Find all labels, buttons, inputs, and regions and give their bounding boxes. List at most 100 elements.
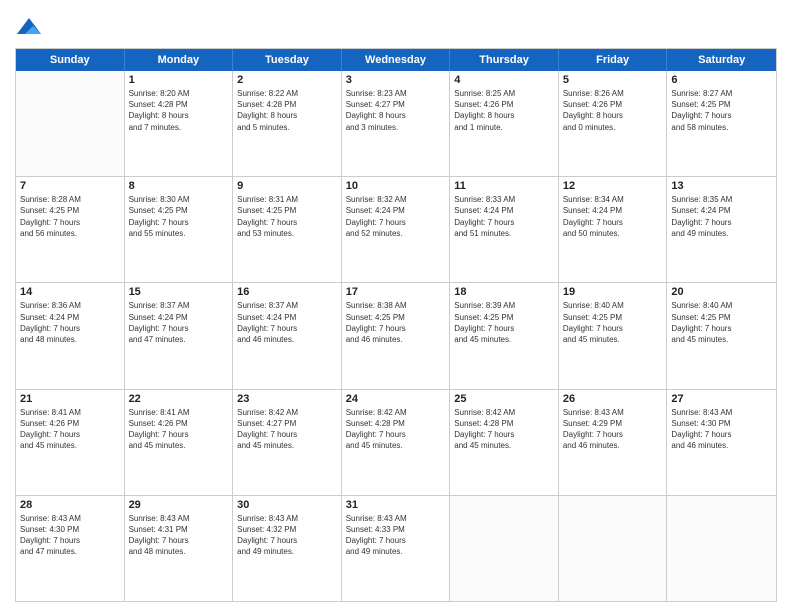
day-number: 3 — [346, 74, 446, 86]
cell-info: Sunrise: 8:25 AM Sunset: 4:26 PM Dayligh… — [454, 88, 554, 133]
cell-info: Sunrise: 8:34 AM Sunset: 4:24 PM Dayligh… — [563, 194, 663, 239]
day-number: 2 — [237, 74, 337, 86]
cell-info: Sunrise: 8:43 AM Sunset: 4:29 PM Dayligh… — [563, 407, 663, 452]
cell-info: Sunrise: 8:41 AM Sunset: 4:26 PM Dayligh… — [20, 407, 120, 452]
day-number: 31 — [346, 499, 446, 511]
cell-info: Sunrise: 8:42 AM Sunset: 4:27 PM Dayligh… — [237, 407, 337, 452]
day-number: 30 — [237, 499, 337, 511]
cal-cell-9: 9 Sunrise: 8:31 AM Sunset: 4:25 PM Daylig… — [233, 177, 342, 282]
day-number: 24 — [346, 393, 446, 405]
cell-info: Sunrise: 8:43 AM Sunset: 4:33 PM Dayligh… — [346, 513, 446, 558]
day-number: 9 — [237, 180, 337, 192]
logo — [15, 14, 47, 42]
page: SundayMondayTuesdayWednesdayThursdayFrid… — [0, 0, 792, 612]
cal-cell-22: 22 Sunrise: 8:41 AM Sunset: 4:26 PM Dayli… — [125, 390, 234, 495]
cal-cell-2: 2 Sunrise: 8:22 AM Sunset: 4:28 PM Daylig… — [233, 71, 342, 176]
cal-cell-24: 24Sunrise: 8:42 AM Sunset: 4:28 PM Dayli… — [342, 390, 451, 495]
cal-cell-6: 6 Sunrise: 8:27 AM Sunset: 4:25 PM Daylig… — [667, 71, 776, 176]
cell-info: Sunrise: 8:43 AM Sunset: 4:30 PM Dayligh… — [20, 513, 120, 558]
cal-cell-empty-4-5 — [559, 496, 668, 601]
cell-info: Sunrise: 8:23 AM Sunset: 4:27 PM Dayligh… — [346, 88, 446, 133]
day-number: 21 — [20, 393, 120, 405]
cal-cell-21: 21 Sunrise: 8:41 AM Sunset: 4:26 PM Dayli… — [16, 390, 125, 495]
day-number: 4 — [454, 74, 554, 86]
cell-info: Sunrise: 8:27 AM Sunset: 4:25 PM Dayligh… — [671, 88, 772, 133]
day-number: 25 — [454, 393, 554, 405]
calendar: SundayMondayTuesdayWednesdayThursdayFrid… — [15, 48, 777, 602]
cell-info: Sunrise: 8:31 AM Sunset: 4:25 PM Dayligh… — [237, 194, 337, 239]
cal-cell-28: 28 Sunrise: 8:43 AM Sunset: 4:30 PM Dayli… — [16, 496, 125, 601]
cell-info: Sunrise: 8:22 AM Sunset: 4:28 PM Dayligh… — [237, 88, 337, 133]
cell-info: Sunrise: 8:33 AM Sunset: 4:24 PM Dayligh… — [454, 194, 554, 239]
cal-cell-20: 20Sunrise: 8:40 AM Sunset: 4:25 PM Dayli… — [667, 283, 776, 388]
cal-cell-empty-4-4 — [450, 496, 559, 601]
cell-info: Sunrise: 8:38 AM Sunset: 4:25 PM Dayligh… — [346, 300, 446, 345]
header — [15, 10, 777, 42]
header-friday: Friday — [559, 49, 668, 71]
day-number: 8 — [129, 180, 229, 192]
day-number: 5 — [563, 74, 663, 86]
cal-cell-26: 26 Sunrise: 8:43 AM Sunset: 4:29 PM Dayli… — [559, 390, 668, 495]
cal-cell-7: 7Sunrise: 8:28 AM Sunset: 4:25 PM Daylig… — [16, 177, 125, 282]
day-number: 15 — [129, 286, 229, 298]
cal-cell-10: 10Sunrise: 8:32 AM Sunset: 4:24 PM Dayli… — [342, 177, 451, 282]
cell-info: Sunrise: 8:43 AM Sunset: 4:31 PM Dayligh… — [129, 513, 229, 558]
cell-info: Sunrise: 8:26 AM Sunset: 4:26 PM Dayligh… — [563, 88, 663, 133]
week-row-2: 14 Sunrise: 8:36 AM Sunset: 4:24 PM Dayli… — [16, 283, 776, 389]
cell-info: Sunrise: 8:42 AM Sunset: 4:28 PM Dayligh… — [454, 407, 554, 452]
day-number: 27 — [671, 393, 772, 405]
cal-cell-25: 25 Sunrise: 8:42 AM Sunset: 4:28 PM Dayli… — [450, 390, 559, 495]
cal-cell-27: 27 Sunrise: 8:43 AM Sunset: 4:30 PM Dayli… — [667, 390, 776, 495]
cal-cell-12: 12Sunrise: 8:34 AM Sunset: 4:24 PM Dayli… — [559, 177, 668, 282]
day-number: 19 — [563, 286, 663, 298]
cell-info: Sunrise: 8:43 AM Sunset: 4:32 PM Dayligh… — [237, 513, 337, 558]
week-row-3: 21 Sunrise: 8:41 AM Sunset: 4:26 PM Dayli… — [16, 390, 776, 496]
logo-icon — [15, 14, 43, 42]
week-row-0: 1 Sunrise: 8:20 AM Sunset: 4:28 PM Daylig… — [16, 71, 776, 177]
cell-info: Sunrise: 8:40 AM Sunset: 4:25 PM Dayligh… — [563, 300, 663, 345]
header-wednesday: Wednesday — [342, 49, 451, 71]
cell-info: Sunrise: 8:28 AM Sunset: 4:25 PM Dayligh… — [20, 194, 120, 239]
cal-cell-8: 8 Sunrise: 8:30 AM Sunset: 4:25 PM Daylig… — [125, 177, 234, 282]
day-number: 11 — [454, 180, 554, 192]
calendar-header: SundayMondayTuesdayWednesdayThursdayFrid… — [16, 49, 776, 71]
cell-info: Sunrise: 8:30 AM Sunset: 4:25 PM Dayligh… — [129, 194, 229, 239]
cal-cell-5: 5 Sunrise: 8:26 AM Sunset: 4:26 PM Daylig… — [559, 71, 668, 176]
day-number: 22 — [129, 393, 229, 405]
cal-cell-11: 11 Sunrise: 8:33 AM Sunset: 4:24 PM Dayli… — [450, 177, 559, 282]
day-number: 16 — [237, 286, 337, 298]
day-number: 13 — [671, 180, 772, 192]
cal-cell-empty-0-0 — [16, 71, 125, 176]
cal-cell-30: 30 Sunrise: 8:43 AM Sunset: 4:32 PM Dayli… — [233, 496, 342, 601]
day-number: 6 — [671, 74, 772, 86]
calendar-body: 1 Sunrise: 8:20 AM Sunset: 4:28 PM Daylig… — [16, 71, 776, 601]
cal-cell-19: 19 Sunrise: 8:40 AM Sunset: 4:25 PM Dayli… — [559, 283, 668, 388]
cal-cell-31: 31 Sunrise: 8:43 AM Sunset: 4:33 PM Dayli… — [342, 496, 451, 601]
day-number: 29 — [129, 499, 229, 511]
cell-info: Sunrise: 8:20 AM Sunset: 4:28 PM Dayligh… — [129, 88, 229, 133]
header-saturday: Saturday — [667, 49, 776, 71]
cal-cell-empty-4-6 — [667, 496, 776, 601]
cal-cell-3: 3 Sunrise: 8:23 AM Sunset: 4:27 PM Daylig… — [342, 71, 451, 176]
header-sunday: Sunday — [16, 49, 125, 71]
cal-cell-15: 15Sunrise: 8:37 AM Sunset: 4:24 PM Dayli… — [125, 283, 234, 388]
cal-cell-1: 1 Sunrise: 8:20 AM Sunset: 4:28 PM Daylig… — [125, 71, 234, 176]
cell-info: Sunrise: 8:43 AM Sunset: 4:30 PM Dayligh… — [671, 407, 772, 452]
day-number: 20 — [671, 286, 772, 298]
week-row-1: 7Sunrise: 8:28 AM Sunset: 4:25 PM Daylig… — [16, 177, 776, 283]
day-number: 26 — [563, 393, 663, 405]
day-number: 17 — [346, 286, 446, 298]
cal-cell-18: 18Sunrise: 8:39 AM Sunset: 4:25 PM Dayli… — [450, 283, 559, 388]
cell-info: Sunrise: 8:37 AM Sunset: 4:24 PM Dayligh… — [237, 300, 337, 345]
day-number: 23 — [237, 393, 337, 405]
header-thursday: Thursday — [450, 49, 559, 71]
cal-cell-16: 16 Sunrise: 8:37 AM Sunset: 4:24 PM Dayli… — [233, 283, 342, 388]
cal-cell-13: 13Sunrise: 8:35 AM Sunset: 4:24 PM Dayli… — [667, 177, 776, 282]
header-monday: Monday — [125, 49, 234, 71]
day-number: 10 — [346, 180, 446, 192]
day-number: 14 — [20, 286, 120, 298]
day-number: 1 — [129, 74, 229, 86]
day-number: 28 — [20, 499, 120, 511]
cell-info: Sunrise: 8:41 AM Sunset: 4:26 PM Dayligh… — [129, 407, 229, 452]
cell-info: Sunrise: 8:36 AM Sunset: 4:24 PM Dayligh… — [20, 300, 120, 345]
